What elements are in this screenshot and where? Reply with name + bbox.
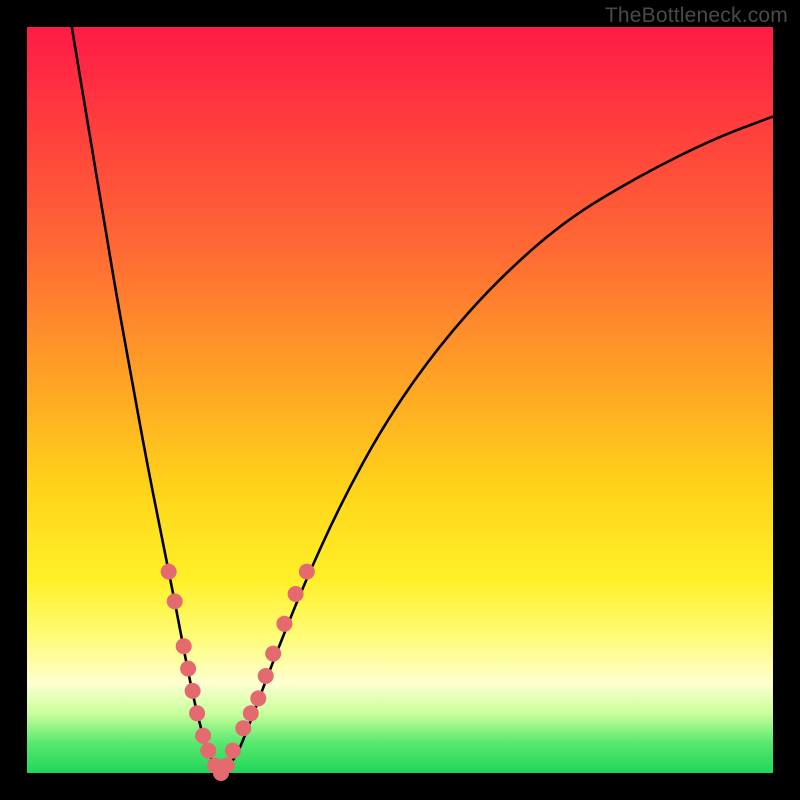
highlight-dot xyxy=(185,683,201,699)
highlight-dots xyxy=(161,564,315,781)
highlight-dot xyxy=(180,661,196,677)
bottleneck-curve xyxy=(72,27,773,769)
watermark-text: TheBottleneck.com xyxy=(605,4,788,28)
highlight-dot xyxy=(258,668,274,684)
highlight-dot xyxy=(200,743,216,759)
highlight-dot xyxy=(161,564,177,580)
plot-area xyxy=(27,27,773,773)
highlight-dot xyxy=(299,564,315,580)
chart-frame: TheBottleneck.com xyxy=(0,0,800,800)
chart-svg xyxy=(27,27,773,773)
highlight-dot xyxy=(250,690,266,706)
highlight-dot xyxy=(195,728,211,744)
highlight-dot xyxy=(243,705,259,721)
highlight-dot xyxy=(288,586,304,602)
highlight-dot xyxy=(167,593,183,609)
highlight-dot xyxy=(265,646,281,662)
highlight-dot xyxy=(235,720,251,736)
highlight-dot xyxy=(189,705,205,721)
highlight-dot xyxy=(276,616,292,632)
highlight-dot xyxy=(219,758,235,774)
highlight-dot xyxy=(176,638,192,654)
highlight-dot xyxy=(225,743,241,759)
